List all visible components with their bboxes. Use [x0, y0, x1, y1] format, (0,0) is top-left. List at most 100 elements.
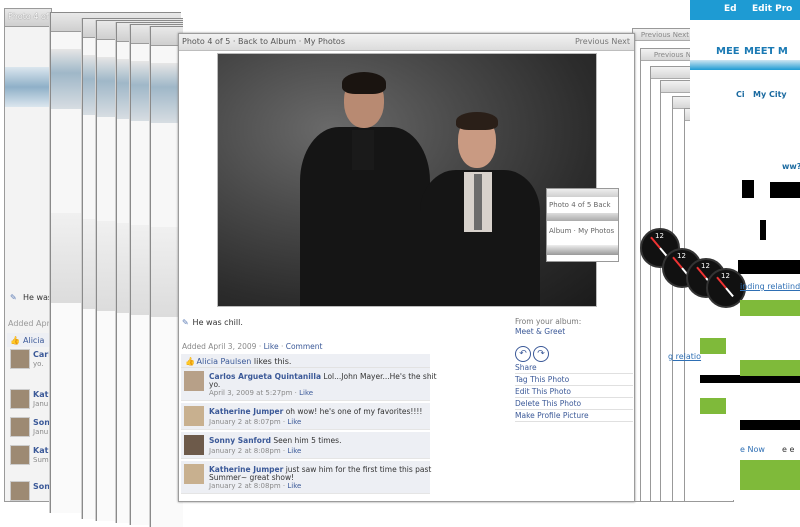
comment-meta: April 3, 2009 at 5:27pm · Like	[209, 389, 314, 397]
share-link[interactable]: Share	[515, 362, 633, 374]
photo-caption: He was chill.	[192, 318, 243, 327]
comment-like-link[interactable]: Like	[299, 389, 313, 397]
left-comment-sub: Janu	[33, 400, 49, 408]
avatar[interactable]	[184, 371, 204, 391]
left-comment-name[interactable]: Son	[33, 482, 50, 491]
separator: ·	[298, 37, 302, 46]
photo-person-right	[416, 112, 546, 306]
comment-text-cont: Summer~ great show!	[209, 473, 295, 482]
meet-me-label[interactable]: MEET M	[744, 46, 788, 57]
meet-label[interactable]: MEE	[716, 46, 740, 57]
previous-photo-link[interactable]: Previous	[575, 37, 609, 46]
comment-text-cont: yo.	[209, 380, 221, 389]
avatar[interactable]	[10, 349, 30, 369]
avatar[interactable]	[10, 389, 30, 409]
left-comment-name[interactable]: Son	[33, 418, 50, 427]
right-header-band	[690, 60, 800, 70]
tag-photo-link[interactable]: Tag This Photo	[515, 374, 633, 386]
thumb-icon: 👍	[10, 336, 20, 345]
comment-author[interactable]: Katherine Jumper	[209, 407, 283, 416]
comment-link[interactable]: Comment	[286, 342, 323, 351]
rotate-right-icon[interactable]: ↷	[533, 346, 549, 362]
comment-author[interactable]: Carlos Argueta Quintanilla	[209, 372, 321, 381]
share-icons: ↶ ↷	[515, 346, 633, 362]
photo[interactable]	[217, 53, 597, 307]
avatar[interactable]	[10, 445, 30, 465]
left-window-title: Photo 4 of 4	[8, 12, 52, 21]
comment-author[interactable]: Sonny Sanford	[209, 436, 271, 445]
comment-meta: January 2 at 8:07pm · Like	[209, 418, 302, 426]
glitch-block	[760, 220, 766, 240]
comment-body: Seen him 5 times.	[273, 436, 342, 445]
liker-name[interactable]: Alicia Paulsen	[197, 357, 252, 366]
mini-album-links[interactable]: Album · My Photos	[547, 227, 618, 235]
green-ad-tile[interactable]	[740, 360, 800, 376]
pencil-icon[interactable]: ✎	[182, 318, 190, 327]
left-added: Added April	[8, 319, 52, 328]
photo-viewer-window: Photo 4 of 5 · Back to Album · My Photos…	[178, 33, 635, 502]
back-to-album-link[interactable]: Back to Album	[238, 37, 296, 46]
mini-window-band	[547, 213, 618, 221]
mini-window: Photo 4 of 5 Back Album · My Photos	[546, 188, 619, 262]
comment-text: Sonny Sanford Seen him 5 times.	[209, 436, 341, 445]
comment-item: Katherine Jumper just saw him for the fi…	[181, 461, 432, 494]
delete-photo-link[interactable]: Delete This Photo	[515, 398, 633, 410]
green-ad-tile[interactable]	[740, 300, 800, 316]
comments-list: 👍 Alicia Paulsen likes this. Carlos Argu…	[181, 354, 437, 496]
city-label[interactable]: Ci	[736, 90, 745, 99]
comment-like-link[interactable]: Like	[287, 418, 301, 426]
green-ad-tile[interactable]	[740, 460, 800, 490]
previous-link[interactable]: Previous	[641, 31, 671, 39]
album-link[interactable]: Meet & Greet	[515, 327, 633, 336]
avatar[interactable]	[10, 417, 30, 437]
rotate-left-icon[interactable]: ↶	[515, 346, 531, 362]
relationship-link[interactable]: g relatio	[668, 352, 701, 361]
next-link[interactable]: Next	[673, 31, 689, 39]
green-ad-tile[interactable]	[700, 398, 726, 414]
photo-pager: Previous Next	[575, 37, 630, 46]
green-ad-tile[interactable]	[700, 338, 726, 354]
left-comment-name[interactable]: Carl	[33, 350, 51, 359]
photo-counter: Photo 4 of 5	[182, 37, 231, 46]
left-comment-sub: yo.	[33, 360, 44, 368]
comment-text: Carlos Argueta Quintanilla Lol...John Ma…	[209, 372, 437, 381]
my-photos-link[interactable]: My Photos	[304, 37, 345, 46]
like-link[interactable]: Like	[264, 342, 279, 351]
edit-photo-link[interactable]: Edit This Photo	[515, 386, 633, 398]
comment-like-link[interactable]: Like	[287, 447, 301, 455]
mini-photo-counter: Photo 4 of 5	[549, 201, 592, 209]
left-comment-name[interactable]: Kat	[33, 446, 48, 455]
thumbs-up-icon: 👍	[185, 357, 195, 366]
likes-row: 👍 Alicia Paulsen likes this.	[181, 354, 430, 368]
avatar[interactable]	[184, 464, 204, 484]
left-likes-user[interactable]: Alicia	[23, 336, 44, 345]
glitch-block	[740, 420, 800, 430]
avatar[interactable]	[10, 481, 30, 501]
from-album-label: From your album:	[515, 317, 582, 326]
comment-like-link[interactable]: Like	[287, 482, 301, 490]
left-window-titlebar: Photo 4 of 4	[5, 9, 51, 27]
comment-item: Carlos Argueta Quintanilla Lol...John Ma…	[181, 368, 437, 401]
right-window-titlebar: Previous Next	[633, 29, 693, 41]
my-city-label[interactable]: My City	[753, 90, 787, 99]
mini-window-band	[547, 245, 618, 255]
www-label[interactable]: ww?	[782, 162, 800, 171]
next-photo-link[interactable]: Next	[611, 37, 630, 46]
avatar[interactable]	[184, 435, 204, 455]
comment-body: just saw him for the first time this pas…	[285, 465, 432, 474]
left-comment-name[interactable]: Kat	[33, 390, 48, 399]
banner-edit-profile[interactable]: Edit Pro	[752, 4, 792, 14]
mini-back-link[interactable]: Back	[594, 201, 611, 209]
love-now-link[interactable]: e Now	[740, 445, 765, 454]
separator: ·	[258, 342, 262, 351]
mini-window-titlebar	[547, 189, 618, 197]
glitch-block	[700, 375, 800, 383]
previous-link[interactable]: Previous	[654, 51, 684, 59]
comment-time: January 2 at 8:08pm	[209, 482, 281, 490]
comment-text: Katherine Jumper oh wow! he's one of my …	[209, 407, 422, 416]
make-profile-picture-link[interactable]: Make Profile Picture	[515, 410, 633, 422]
finding-relationship-link[interactable]: inding relatiinding	[740, 282, 800, 291]
photo-actions-panel: From your album: Meet & Greet ↶ ↷ Share T…	[515, 317, 633, 422]
avatar[interactable]	[184, 406, 204, 426]
banner-edit[interactable]: Ed	[724, 4, 737, 14]
